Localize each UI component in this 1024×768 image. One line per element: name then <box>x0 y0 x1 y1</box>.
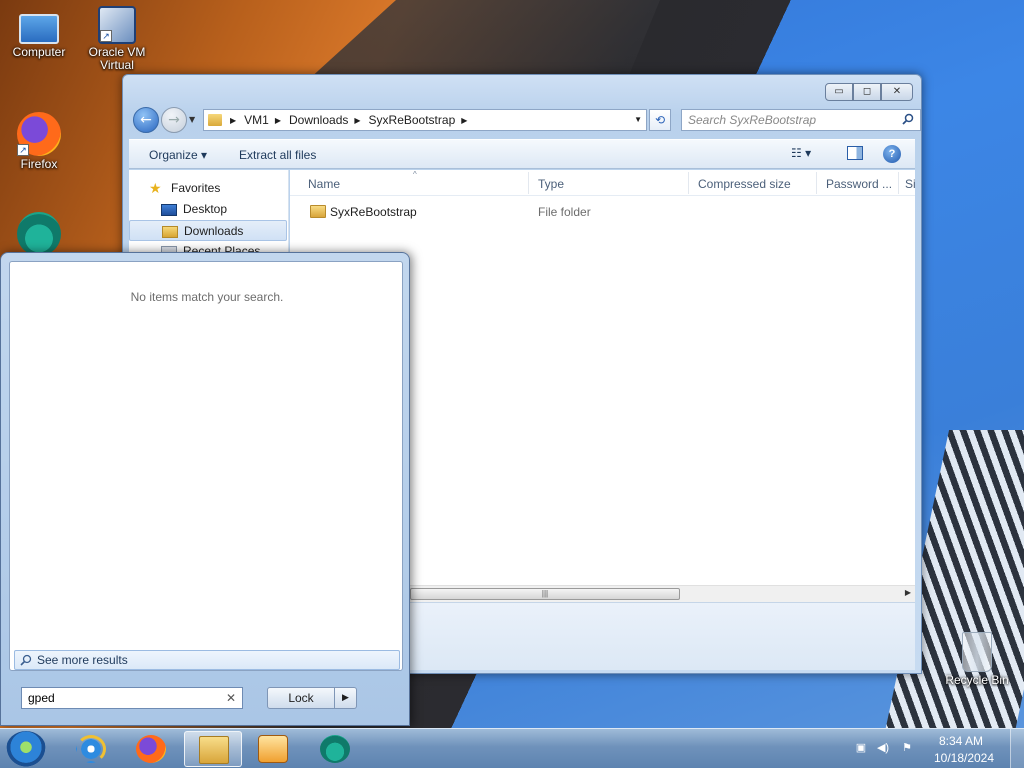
column-header-password[interactable]: Password ... <box>826 177 892 191</box>
nav-item-label: Downloads <box>184 224 244 238</box>
nav-item-label: Desktop <box>183 202 228 216</box>
start-button[interactable] <box>6 731 46 767</box>
virtualbox-icon: ↗ <box>98 6 136 44</box>
folder-icon <box>310 205 326 218</box>
column-header-name[interactable]: Name <box>308 177 340 191</box>
taskbar-app-edge[interactable] <box>306 731 364 767</box>
taskbar: ▣ ◀) ⚑ 8:34 AM 10/18/2024 <box>0 728 1024 768</box>
search-input[interactable] <box>682 110 892 130</box>
breadcrumb-vm1[interactable]: VM1 <box>244 113 269 127</box>
start-menu: No items match your search. See more res… <box>0 252 410 726</box>
network-icon[interactable]: ▣ <box>854 741 868 755</box>
organize-button[interactable]: Organize ▾ <box>149 148 207 162</box>
desktop-icon-firefox[interactable]: ↗ Firefox <box>2 112 76 171</box>
scrollbar-thumb[interactable]: ||| <box>410 588 680 600</box>
address-bar[interactable]: ▶ VM1 ▶ Downloads ▶ SyxReBootstrap ▶ ▼ <box>203 109 647 131</box>
see-more-results-label: See more results <box>37 653 128 667</box>
nav-item-label: Favorites <box>171 181 221 195</box>
flag-icon[interactable]: ⚑ <box>900 741 914 755</box>
search-results-panel: No items match your search. See more res… <box>9 261 403 671</box>
column-divider[interactable] <box>528 172 529 194</box>
taskbar-app-firefox[interactable] <box>122 731 180 767</box>
firefox-icon: ↗ <box>17 112 61 156</box>
firefox-icon <box>136 735 166 763</box>
desktop-icon-label: Oracle VM Virtual <box>88 45 146 72</box>
no-results-message: No items match your search. <box>130 290 284 304</box>
start-search-input[interactable] <box>22 688 218 708</box>
breadcrumb-syxrebootstrap[interactable]: SyxReBootstrap <box>369 113 456 127</box>
column-divider[interactable] <box>898 172 899 194</box>
file-type: File folder <box>538 205 591 219</box>
clock-time[interactable]: 8:34 AM <box>926 734 996 748</box>
desktop-icon-label: Computer <box>12 45 66 59</box>
change-view-button[interactable]: ☷ ▾ <box>791 146 811 160</box>
column-header-type[interactable]: Type <box>538 177 564 191</box>
desktop-icon-label: Firefox <box>20 157 58 171</box>
desktop-icon-recycle-bin[interactable]: Recycle Bin <box>940 632 1014 687</box>
column-header-compressed-size[interactable]: Compressed size <box>698 177 791 191</box>
shortcut-arrow-icon: ↗ <box>100 30 112 42</box>
search-box[interactable] <box>681 109 921 131</box>
file-name: SyxReBootstrap <box>330 205 417 219</box>
maximize-button[interactable]: ◻ <box>853 83 881 101</box>
nav-item-downloads[interactable]: Downloads <box>129 220 287 241</box>
file-row[interactable]: SyxReBootstrap File folder <box>298 202 908 222</box>
edge-icon <box>17 212 61 256</box>
volume-icon[interactable]: ◀) <box>876 741 890 755</box>
help-icon[interactable]: ? <box>883 145 901 163</box>
preview-pane-icon[interactable] <box>847 146 863 160</box>
edge-icon <box>320 735 350 763</box>
sort-ascending-icon: ^ <box>413 170 417 179</box>
window-controls: ▭ ◻ ✕ <box>825 83 913 101</box>
desktop-icon-label: Recycle Bin <box>945 673 1009 687</box>
power-options-arrow-icon[interactable]: ▶ <box>335 687 357 709</box>
media-player-icon <box>258 735 288 763</box>
recycle-bin-icon <box>962 632 992 672</box>
downloads-folder-icon <box>162 225 178 238</box>
refresh-button[interactable]: ⟲ <box>649 109 671 131</box>
breadcrumb-separator-icon[interactable]: ▶ <box>461 116 467 125</box>
breadcrumb-separator-icon[interactable]: ▶ <box>230 116 236 125</box>
forward-button[interactable]: → <box>161 107 187 133</box>
system-tray: ▣ ◀) ⚑ 8:34 AM 10/18/2024 <box>854 729 1024 768</box>
column-divider[interactable] <box>688 172 689 194</box>
see-more-results-link[interactable]: See more results <box>14 650 400 670</box>
column-headers: Name ^ Type Compressed size Password ...… <box>290 170 916 196</box>
navigation-bar: ← → ▼ ▶ VM1 ▶ Downloads ▶ SyxReBootstrap… <box>131 107 921 133</box>
address-dropdown-icon[interactable]: ▼ <box>634 115 642 124</box>
close-button[interactable]: ✕ <box>881 83 913 101</box>
breadcrumb-separator-icon[interactable]: ▶ <box>275 116 281 125</box>
extract-all-button[interactable]: Extract all files <box>239 148 316 162</box>
minimize-button[interactable]: ▭ <box>825 83 853 101</box>
show-desktop-button[interactable] <box>1010 729 1024 768</box>
clock-date[interactable]: 10/18/2024 <box>926 751 1002 765</box>
shortcut-arrow-icon: ↗ <box>17 144 29 156</box>
column-header-size[interactable]: Si <box>905 177 916 191</box>
clear-search-icon[interactable]: ✕ <box>226 691 236 705</box>
desktop-icon-computer[interactable]: Computer <box>2 8 76 59</box>
column-divider[interactable] <box>816 172 817 194</box>
desktop-icon <box>161 203 177 216</box>
nav-item-desktop[interactable]: Desktop <box>129 199 287 220</box>
breadcrumb-downloads[interactable]: Downloads <box>289 113 348 127</box>
scroll-right-icon[interactable]: ▶ <box>905 588 911 597</box>
star-icon: ★ <box>149 179 162 196</box>
nav-item-favorites[interactable]: ★ Favorites <box>129 178 287 199</box>
computer-icon <box>19 14 59 44</box>
ie-icon <box>76 735 106 763</box>
search-icon <box>902 113 914 125</box>
folder-icon <box>208 114 222 126</box>
breadcrumb-separator-icon[interactable]: ▶ <box>354 116 360 125</box>
desktop-icon-virtualbox[interactable]: ↗ Oracle VM Virtual <box>80 6 154 72</box>
back-button[interactable]: ← <box>133 107 159 133</box>
search-icon <box>20 654 32 666</box>
recent-pages-dropdown-icon[interactable]: ▼ <box>189 115 195 124</box>
explorer-icon <box>199 736 229 764</box>
start-search-box[interactable]: ✕ <box>21 687 243 709</box>
lock-button[interactable]: Lock <box>267 687 335 709</box>
taskbar-app-explorer[interactable] <box>184 731 242 767</box>
command-bar: Organize ▾ Extract all files ☷ ▾ ? <box>129 139 915 169</box>
taskbar-app-media-player[interactable] <box>244 731 302 767</box>
taskbar-app-internet-explorer[interactable] <box>62 731 120 767</box>
